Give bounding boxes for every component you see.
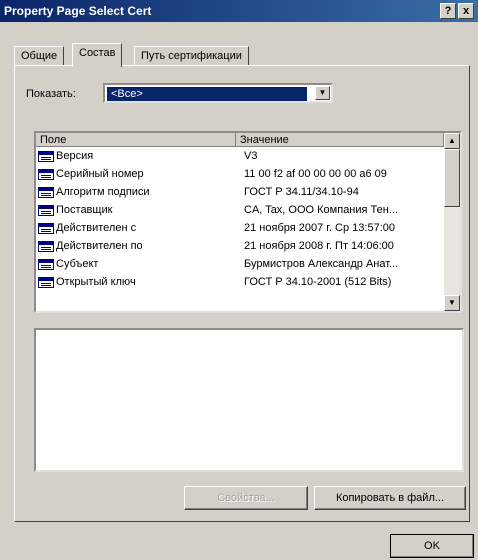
field-cell: Поставщик	[36, 201, 236, 219]
field-cell: Действителен по	[36, 237, 236, 255]
scroll-down-icon[interactable]: ▼	[444, 295, 460, 311]
field-icon	[38, 222, 54, 234]
listview-header: Поле Значение	[36, 133, 444, 147]
list-row[interactable]: Открытый ключ ГОСТ Р 34.10-2001 (512 Bit…	[36, 273, 444, 291]
listview-body: Версия V3 Серийный номер 11 00 f2 af 00 …	[36, 147, 444, 291]
field-name: Алгоритм подписи	[56, 186, 150, 198]
window-title: Property Page Select Cert	[4, 4, 152, 18]
show-dropdown[interactable]: <Все> ▼	[103, 83, 333, 103]
chevron-down-icon[interactable]: ▼	[315, 86, 330, 100]
column-header-value[interactable]: Значение	[236, 133, 444, 147]
list-row[interactable]: Действителен с 21 ноября 2007 г. Ср 13:5…	[36, 219, 444, 237]
show-dropdown-value: <Все>	[107, 87, 307, 101]
field-icon	[38, 258, 54, 270]
field-cell: Субъект	[36, 255, 236, 273]
properties-button[interactable]: Свойства...	[184, 486, 308, 510]
field-name: Серийный номер	[56, 168, 144, 180]
field-icon	[38, 240, 54, 252]
value-cell: ГОСТ Р 34.10-2001 (512 Bits)	[244, 276, 392, 288]
value-cell: CA, Tax, ООО Компания Тен...	[244, 204, 399, 216]
field-cell: Действителен с	[36, 219, 236, 237]
value-cell: V3	[244, 150, 258, 162]
show-label: Показать:	[26, 88, 76, 100]
field-name: Субъект	[56, 258, 99, 270]
field-name: Поставщик	[56, 204, 113, 216]
field-cell: Серийный номер	[36, 165, 236, 183]
tab-general[interactable]: Общие	[14, 46, 65, 65]
value-cell: ГОСТ Р 34.11/34.10-94	[244, 186, 359, 198]
fields-listview[interactable]: Поле Значение Версия V3 Серийный номер 1…	[34, 131, 462, 313]
value-cell: 21 ноября 2008 г. Пт 14:06:00	[244, 240, 394, 252]
field-icon	[38, 186, 54, 198]
value-detail-box[interactable]	[34, 328, 464, 472]
list-row[interactable]: Поставщик CA, Tax, ООО Компания Тен...	[36, 201, 444, 219]
list-row[interactable]: Алгоритм подписи ГОСТ Р 34.11/34.10-94	[36, 183, 444, 201]
field-cell: Алгоритм подписи	[36, 183, 236, 201]
field-icon	[38, 168, 54, 180]
tab-details[interactable]: Состав	[72, 43, 123, 67]
list-row[interactable]: Субъект Бурмистров Александр Анат...	[36, 255, 444, 273]
field-name: Действителен с	[56, 222, 137, 234]
field-name: Действителен по	[56, 240, 143, 252]
field-name: Открытый ключ	[56, 276, 136, 288]
help-button[interactable]: ?	[440, 3, 456, 19]
title-bar: Property Page Select Cert ? x	[0, 0, 478, 22]
field-icon	[38, 276, 54, 288]
vertical-scrollbar[interactable]: ▲ ▼	[444, 133, 460, 311]
field-name: Версия	[56, 150, 94, 162]
value-cell: 11 00 f2 af 00 00 00 00 a6 09	[244, 168, 387, 180]
field-icon	[38, 204, 54, 216]
copy-to-file-button[interactable]: Копировать в файл...	[314, 486, 466, 510]
close-button[interactable]: x	[458, 3, 474, 19]
value-cell: 21 ноября 2007 г. Ср 13:57:00	[244, 222, 395, 234]
field-icon	[38, 150, 54, 162]
field-cell: Версия	[36, 147, 236, 165]
field-cell: Открытый ключ	[36, 273, 236, 291]
scroll-thumb[interactable]	[444, 149, 460, 207]
ok-button[interactable]: OK	[390, 534, 474, 558]
tab-certification-path[interactable]: Путь сертификации	[134, 46, 249, 65]
value-cell: Бурмистров Александр Анат...	[244, 258, 399, 270]
list-row[interactable]: Серийный номер 11 00 f2 af 00 00 00 00 a…	[36, 165, 444, 183]
column-header-field[interactable]: Поле	[36, 133, 236, 147]
scroll-up-icon[interactable]: ▲	[444, 133, 460, 149]
list-row[interactable]: Версия V3	[36, 147, 444, 165]
list-row[interactable]: Действителен по 21 ноября 2008 г. Пт 14:…	[36, 237, 444, 255]
